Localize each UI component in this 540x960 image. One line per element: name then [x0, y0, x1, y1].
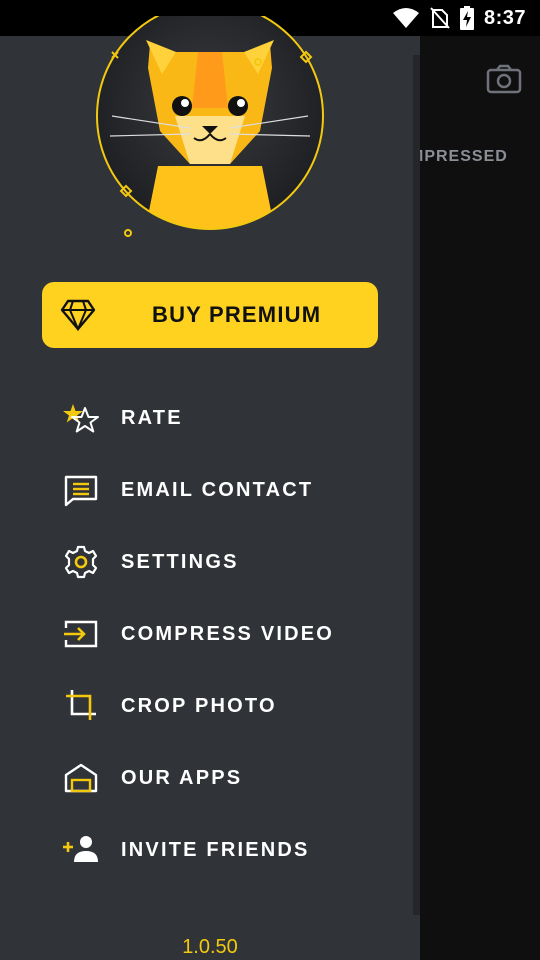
menu-item-settings[interactable]: SETTINGS	[0, 526, 420, 598]
cat-logo	[96, 16, 324, 237]
buy-premium-button[interactable]: BUY PREMIUM	[42, 282, 378, 348]
background-app: MPRESSED	[410, 36, 540, 960]
input-arrow-icon	[64, 620, 98, 648]
menu-item-email-contact[interactable]: EMAIL CONTACT	[0, 454, 420, 526]
menu-item-label: INVITE FRIENDS	[121, 839, 310, 861]
status-time: 8:37	[483, 6, 526, 29]
apps-house-icon	[64, 763, 98, 793]
menu-item-invite-friends[interactable]: INVITE FRIENDS	[0, 814, 420, 886]
menu-item-label: RATE	[121, 407, 183, 429]
battery-charging-icon	[459, 6, 474, 30]
menu-item-label: CROP PHOTO	[121, 695, 277, 717]
menu-item-rate[interactable]: RATE	[0, 382, 420, 454]
wifi-icon	[392, 8, 419, 28]
add-person-icon	[63, 836, 98, 862]
menu-item-label: COMPRESS VIDEO	[121, 623, 335, 645]
drawer-scrollbar[interactable]	[413, 55, 420, 915]
crop-icon	[66, 690, 96, 720]
message-icon	[64, 475, 98, 507]
diamond-icon	[60, 299, 96, 331]
navigation-drawer: BUY PREMIUM RATE EMAIL CONTACT SETTINGS …	[0, 16, 420, 960]
no-sim-icon	[430, 7, 450, 29]
drawer-menu: RATE EMAIL CONTACT SETTINGS COMPRESS VID…	[0, 382, 420, 886]
stars-icon	[63, 404, 99, 433]
menu-item-compress-video[interactable]: COMPRESS VIDEO	[0, 598, 420, 670]
buy-premium-label: BUY PREMIUM	[152, 302, 322, 327]
camera-icon[interactable]	[486, 64, 522, 94]
background-tab-label[interactable]: MPRESSED	[410, 148, 508, 166]
menu-item-our-apps[interactable]: OUR APPS	[0, 742, 420, 814]
menu-item-label: OUR APPS	[121, 767, 243, 789]
menu-item-label: EMAIL CONTACT	[121, 479, 314, 501]
menu-item-crop-photo[interactable]: CROP PHOTO	[0, 670, 420, 742]
gear-icon	[64, 545, 98, 579]
app-version: 1.0.50	[182, 936, 238, 958]
menu-item-label: SETTINGS	[121, 551, 239, 573]
status-icons: 8:37	[392, 6, 526, 30]
